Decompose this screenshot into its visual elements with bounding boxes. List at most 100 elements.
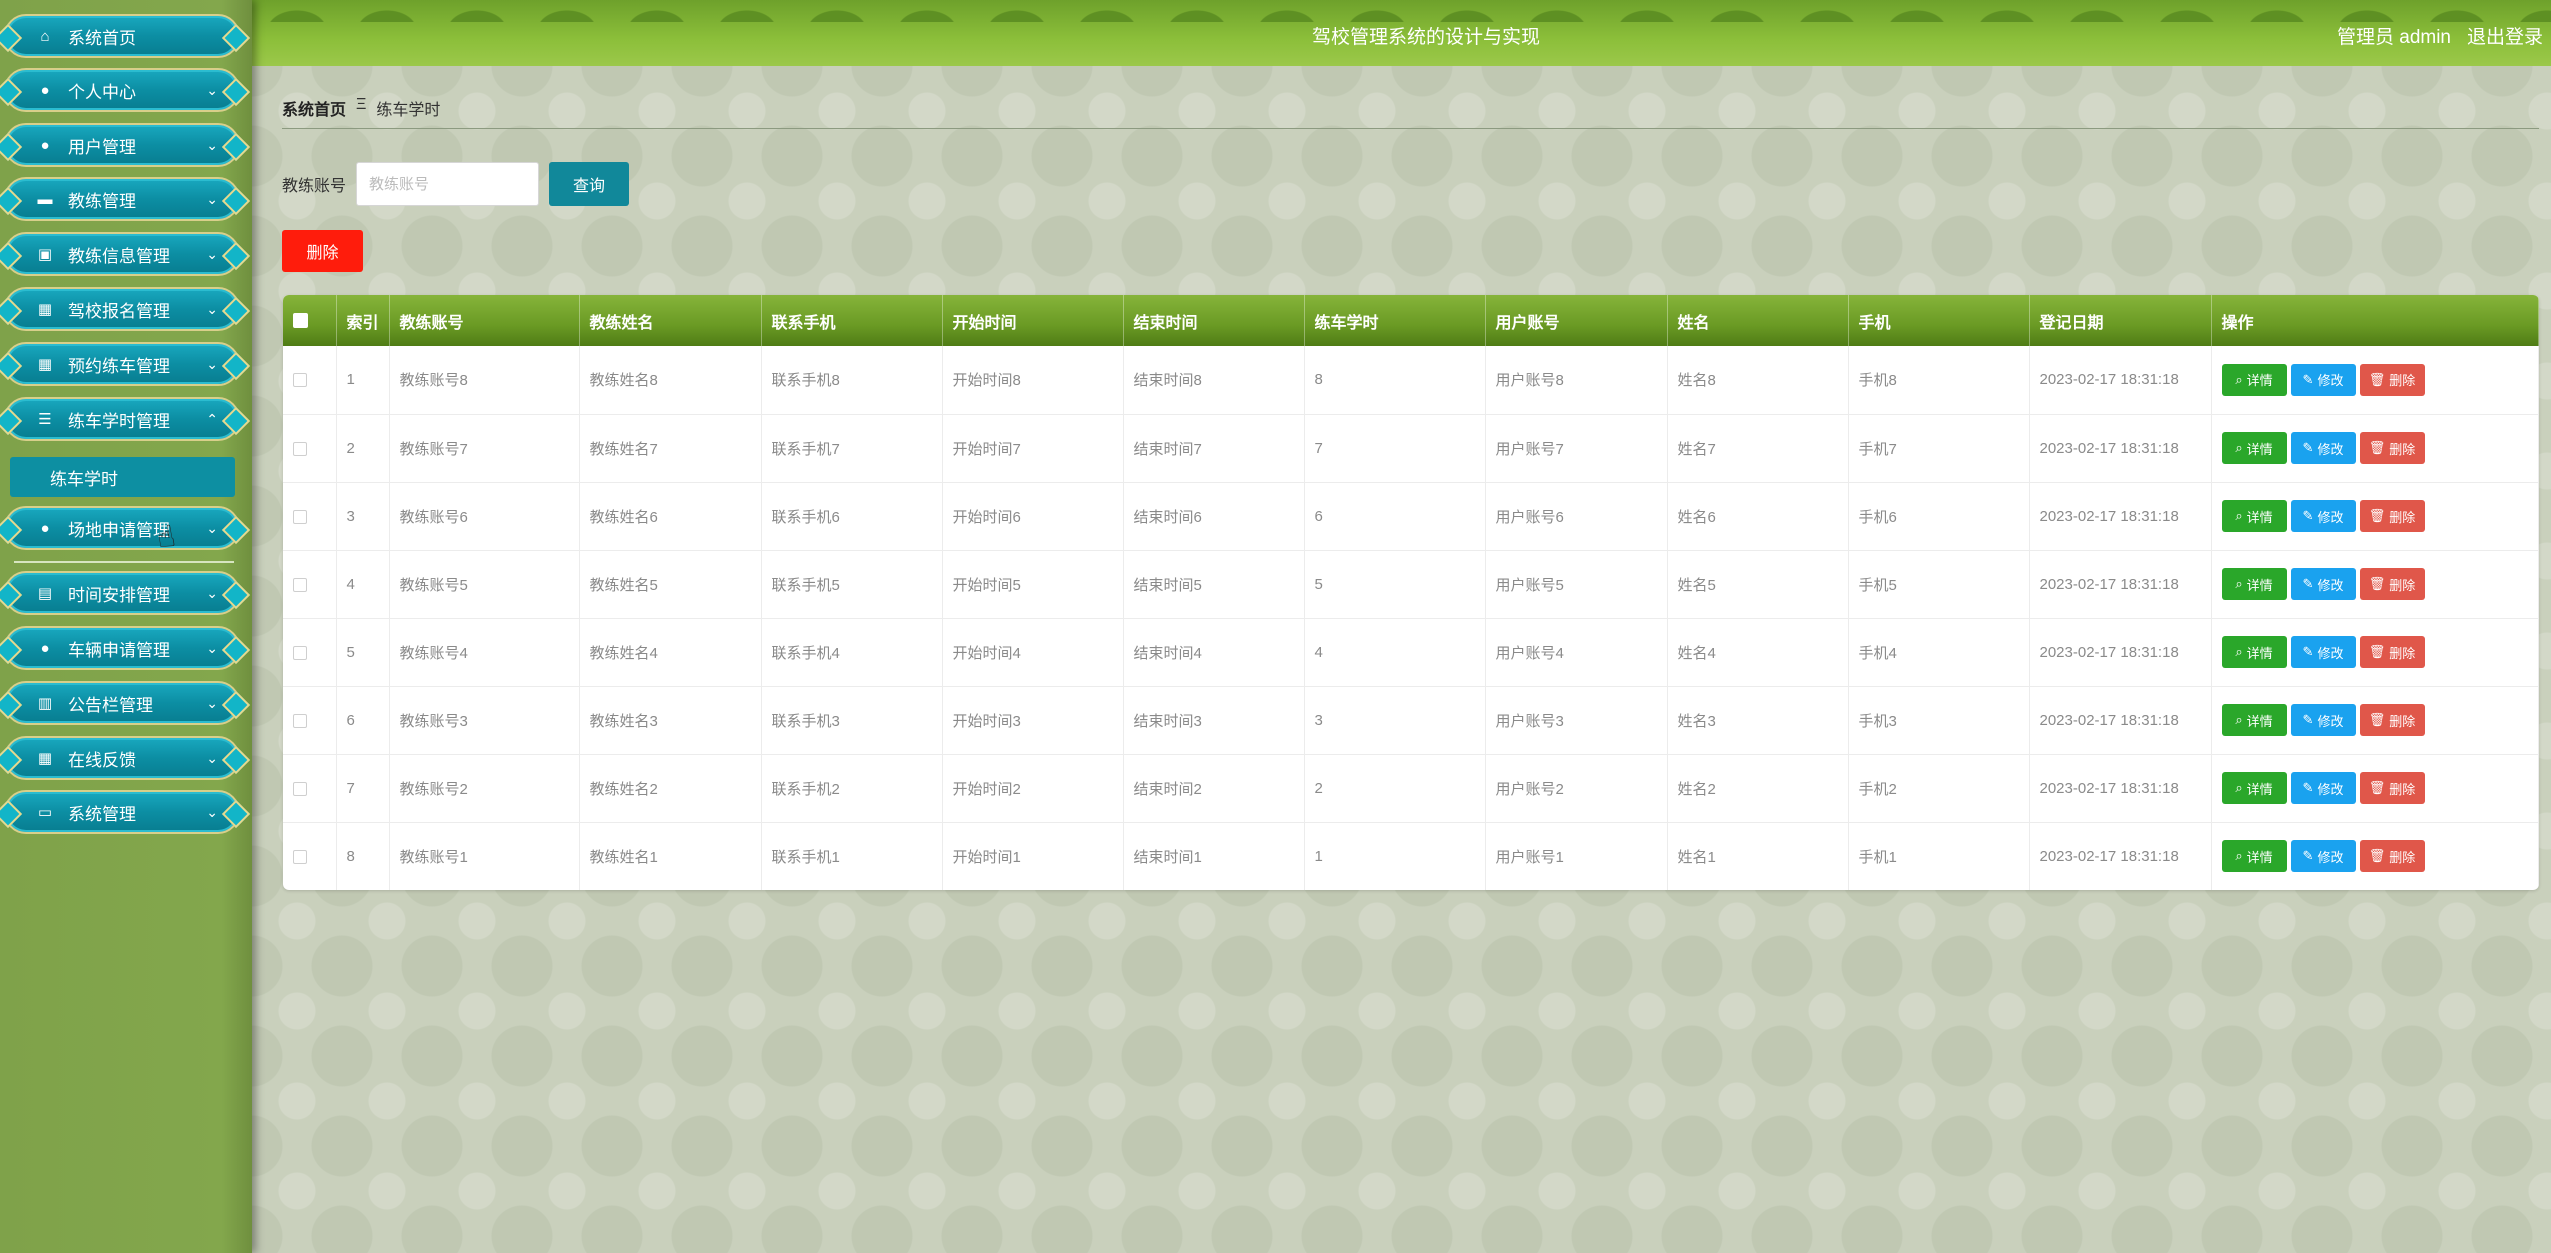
detail-button[interactable]: ⌕ 详情 xyxy=(2221,500,2287,532)
table-cell: 结束时间7 xyxy=(1123,414,1305,483)
column-header: 手机 xyxy=(1848,295,2030,346)
row-actions: ⌕ 详情 ✎ 修改 🗑 删除 xyxy=(2211,618,2539,687)
breadcrumb: 系统首页 Ξ 练车学时 xyxy=(282,96,440,120)
table-cell: 3 xyxy=(1304,686,1486,755)
table-cell: 2 xyxy=(1304,754,1486,823)
sidebar-item-venue[interactable]: ● 场地申请管理 ⌄ xyxy=(4,506,240,550)
sidebar-item-personal-center[interactable]: ● 个人中心 ⌄ xyxy=(4,68,240,112)
row-checkbox[interactable] xyxy=(293,373,307,388)
row-checkbox[interactable] xyxy=(293,645,307,660)
edit-button[interactable]: ✎ 修改 xyxy=(2290,636,2356,668)
logout-link[interactable]: 退出登录 xyxy=(2467,22,2543,49)
edit-button[interactable]: ✎ 修改 xyxy=(2290,363,2356,396)
sidebar-item-feedback[interactable]: ▦ 在线反馈 ⌄ xyxy=(4,736,240,780)
detail-button[interactable]: ⌕ 详情 xyxy=(2221,363,2287,396)
coach-account-search-input[interactable] xyxy=(356,162,540,206)
row-checkbox[interactable] xyxy=(293,781,307,796)
sidebar-item-vehicle[interactable]: ● 车辆申请管理 ⌄ xyxy=(4,626,240,670)
detail-button[interactable]: ⌕ 详情 xyxy=(2221,772,2287,804)
table-cell: 联系手机7 xyxy=(761,414,943,483)
detail-button[interactable]: ⌕ 详情 xyxy=(2221,840,2287,873)
edit-button[interactable]: ✎ 修改 xyxy=(2290,568,2356,600)
sidebar-item-system[interactable]: ▭ 系统管理 ⌄ xyxy=(4,790,240,834)
row-select-cell[interactable] xyxy=(283,482,337,551)
sidebar-item-coach-info[interactable]: ▣ 教练信息管理 ⌄ xyxy=(4,232,240,276)
sidebar-item-coaches[interactable]: ▬ 教练管理 ⌄ xyxy=(4,177,240,221)
table-cell: 结束时间6 xyxy=(1123,482,1305,551)
delete-button[interactable]: 🗑 删除 xyxy=(2359,772,2425,804)
row-checkbox[interactable] xyxy=(293,509,307,524)
trash-icon: 🗑 xyxy=(2368,780,2386,795)
sidebar-item-users[interactable]: ● 用户管理 ⌄ xyxy=(4,123,240,167)
delete-button[interactable]: 🗑 删除 xyxy=(2359,363,2425,396)
row-select-cell[interactable] xyxy=(283,686,337,755)
table-cell: 手机5 xyxy=(1848,550,2030,619)
detail-button[interactable]: ⌕ 详情 xyxy=(2221,636,2287,668)
query-button[interactable]: 查询 xyxy=(549,162,630,206)
select-all-cell[interactable] xyxy=(283,295,337,346)
practice-hours-table: 索引 教练账号 教练姓名 联系手机 开始时间 结束时间 练车学时 用户账号 姓名… xyxy=(283,295,2539,890)
table-cell: 姓名7 xyxy=(1667,414,1849,483)
submenu-item-practice-hours[interactable]: 练车学时 xyxy=(10,457,235,497)
row-select-cell[interactable] xyxy=(283,550,337,619)
edit-button[interactable]: ✎ 修改 xyxy=(2290,772,2356,804)
sidebar-item-practice-hours[interactable]: ☰ 练车学时管理 ⌃ xyxy=(4,397,240,441)
table-cell: 开始时间4 xyxy=(942,618,1124,687)
sidebar-item-label: 驾校报名管理 xyxy=(68,301,170,321)
delete-button[interactable]: 🗑 删除 xyxy=(2359,500,2425,532)
delete-button[interactable]: 🗑 删除 xyxy=(2359,432,2425,464)
row-checkbox[interactable] xyxy=(293,577,307,592)
row-select-cell[interactable] xyxy=(283,618,337,687)
detail-button[interactable]: ⌕ 详情 xyxy=(2221,704,2287,736)
table-cell: 姓名4 xyxy=(1667,618,1849,687)
breadcrumb-home[interactable]: 系统首页 xyxy=(282,96,346,120)
row-select-cell[interactable] xyxy=(283,822,337,890)
edit-button-label: 修改 xyxy=(2317,849,2344,865)
detail-button[interactable]: ⌕ 详情 xyxy=(2221,568,2287,600)
table-cell: 2 xyxy=(336,414,390,483)
table-cell: 教练账号2 xyxy=(389,754,580,823)
sidebar-item-home[interactable]: ⌂ 系统首页 xyxy=(4,14,240,58)
trash-icon: 🗑 xyxy=(2368,644,2386,659)
delete-button[interactable]: 🗑 删除 xyxy=(2359,636,2425,668)
detail-button-label: 详情 xyxy=(2246,441,2273,457)
sidebar-item-bulletin[interactable]: ▥ 公告栏管理 ⌄ xyxy=(4,681,240,725)
sidebar-item-schedule[interactable]: ▤ 时间安排管理 ⌄ xyxy=(4,571,240,615)
table-cell: 手机1 xyxy=(1848,822,2030,890)
batch-delete-button[interactable]: 删除 xyxy=(282,230,363,272)
row-checkbox[interactable] xyxy=(293,713,307,728)
edit-button[interactable]: ✎ 修改 xyxy=(2290,840,2356,873)
table-cell: 姓名2 xyxy=(1667,754,1849,823)
edit-button-label: 修改 xyxy=(2317,373,2344,389)
table-cell: 联系手机3 xyxy=(761,686,943,755)
row-select-cell[interactable] xyxy=(283,754,337,823)
delete-button[interactable]: 🗑 删除 xyxy=(2359,704,2425,736)
row-checkbox[interactable] xyxy=(293,849,307,864)
sidebar-item-booking[interactable]: ▦ 预约练车管理 ⌄ xyxy=(4,342,240,386)
sidebar-item-registration[interactable]: ▦ 驾校报名管理 ⌄ xyxy=(4,287,240,331)
table-cell: 教练账号7 xyxy=(389,414,580,483)
table-row: 4 教练账号5 教练姓名5 联系手机5 开始时间5 结束时间5 5 用户账号5 姓名5 手机5 20… xyxy=(283,550,2539,619)
row-select-cell[interactable] xyxy=(283,346,337,415)
pencil-icon: ✎ xyxy=(2302,644,2314,659)
column-header: 登记日期 xyxy=(2029,295,2212,346)
pencil-icon: ✎ xyxy=(2302,780,2314,795)
select-all-checkbox[interactable] xyxy=(293,312,308,328)
delete-button[interactable]: 🗑 删除 xyxy=(2359,840,2425,873)
table-cell: 8 xyxy=(336,822,390,890)
grid-icon: ▦ xyxy=(37,356,53,373)
table-cell: 结束时间1 xyxy=(1123,822,1305,890)
chevron-up-icon: ⌃ xyxy=(206,410,218,427)
row-select-cell[interactable] xyxy=(283,414,337,483)
table-cell: 5 xyxy=(1304,550,1486,619)
edit-button[interactable]: ✎ 修改 xyxy=(2290,500,2356,532)
edit-button[interactable]: ✎ 修改 xyxy=(2290,704,2356,736)
delete-button[interactable]: 🗑 删除 xyxy=(2359,568,2425,600)
table-cell: 5 xyxy=(336,618,390,687)
edit-button[interactable]: ✎ 修改 xyxy=(2290,432,2356,464)
edit-button-label: 修改 xyxy=(2317,713,2344,729)
row-checkbox[interactable] xyxy=(293,441,307,456)
table-cell: 开始时间8 xyxy=(942,346,1124,415)
table-cell: 手机4 xyxy=(1848,618,2030,687)
detail-button[interactable]: ⌕ 详情 xyxy=(2221,432,2287,464)
